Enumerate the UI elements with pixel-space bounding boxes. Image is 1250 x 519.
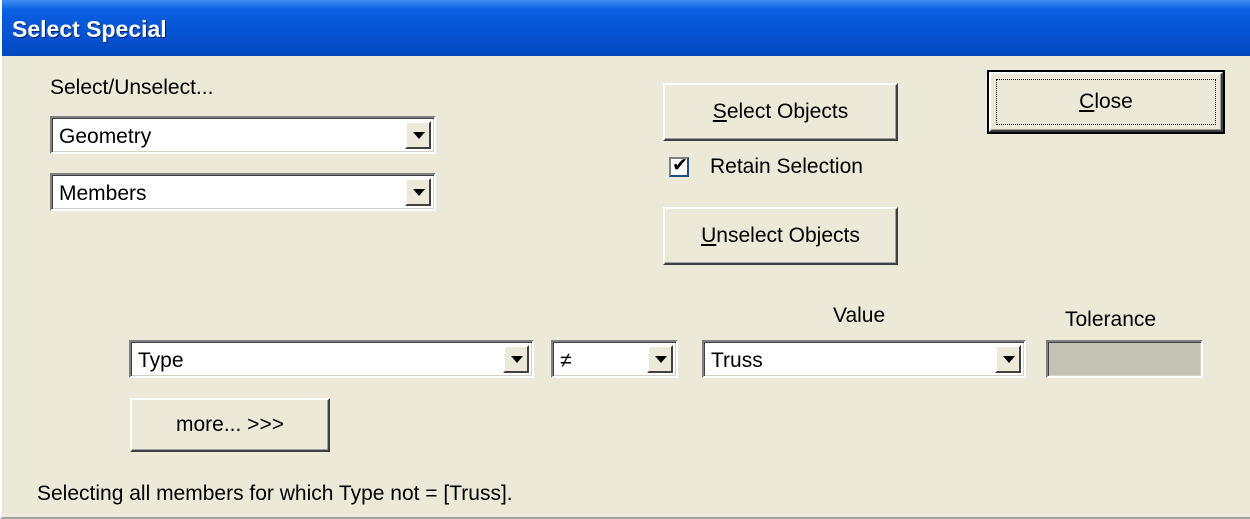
object-type-value: Members — [59, 182, 147, 205]
select-unselect-label: Select/Unselect... — [50, 76, 214, 99]
unselect-objects-label: Unselect Objects — [701, 224, 860, 247]
unselect-objects-button[interactable]: Unselect Objects — [663, 207, 898, 265]
window-title: Select Special — [12, 16, 167, 42]
more-button[interactable]: more... >>> — [130, 398, 330, 452]
operator-value: ≠ — [560, 349, 572, 372]
property-combobox[interactable]: Type — [129, 340, 534, 378]
value-header: Value — [833, 304, 886, 327]
more-label: more... >>> — [176, 413, 284, 436]
category-combobox[interactable]: Geometry — [50, 116, 436, 154]
retain-selection-label[interactable]: Retain Selection — [710, 155, 863, 179]
chevron-down-icon — [413, 189, 425, 196]
select-objects-button[interactable]: Select Objects — [663, 83, 898, 141]
category-dropdown-button[interactable] — [405, 121, 431, 149]
object-type-dropdown-button[interactable] — [405, 178, 431, 206]
tolerance-header: Tolerance — [1065, 308, 1157, 331]
value-dropdown-button[interactable] — [995, 345, 1021, 373]
select-special-dialog: Select Special Select/Unselect... Geomet… — [0, 0, 1250, 519]
title-bar[interactable]: Select Special — [2, 0, 1250, 56]
chevron-down-icon — [413, 132, 425, 139]
property-value: Type — [138, 349, 184, 372]
close-button[interactable]: Close — [987, 70, 1225, 134]
focus-rectangle — [996, 79, 1216, 125]
value-combobox[interactable]: Truss — [702, 340, 1026, 378]
select-objects-label: Select Objects — [712, 100, 849, 123]
operator-combobox[interactable]: ≠ — [551, 340, 678, 378]
dialog-body: Select/Unselect... Geometry Members Sele… — [6, 56, 1248, 515]
chevron-down-icon — [511, 356, 523, 363]
tolerance-field — [1046, 340, 1203, 378]
value-value: Truss — [711, 349, 763, 372]
chevron-down-icon — [655, 356, 667, 363]
status-message: Selecting all members for which Type not… — [37, 482, 513, 505]
chevron-down-icon — [1003, 356, 1015, 363]
operator-dropdown-button[interactable] — [647, 345, 673, 373]
retain-selection-checkbox[interactable]: ✔ — [669, 155, 689, 177]
property-dropdown-button[interactable] — [503, 345, 529, 373]
check-icon: ✔ — [672, 155, 688, 176]
category-value: Geometry — [59, 125, 152, 148]
object-type-combobox[interactable]: Members — [50, 173, 436, 211]
